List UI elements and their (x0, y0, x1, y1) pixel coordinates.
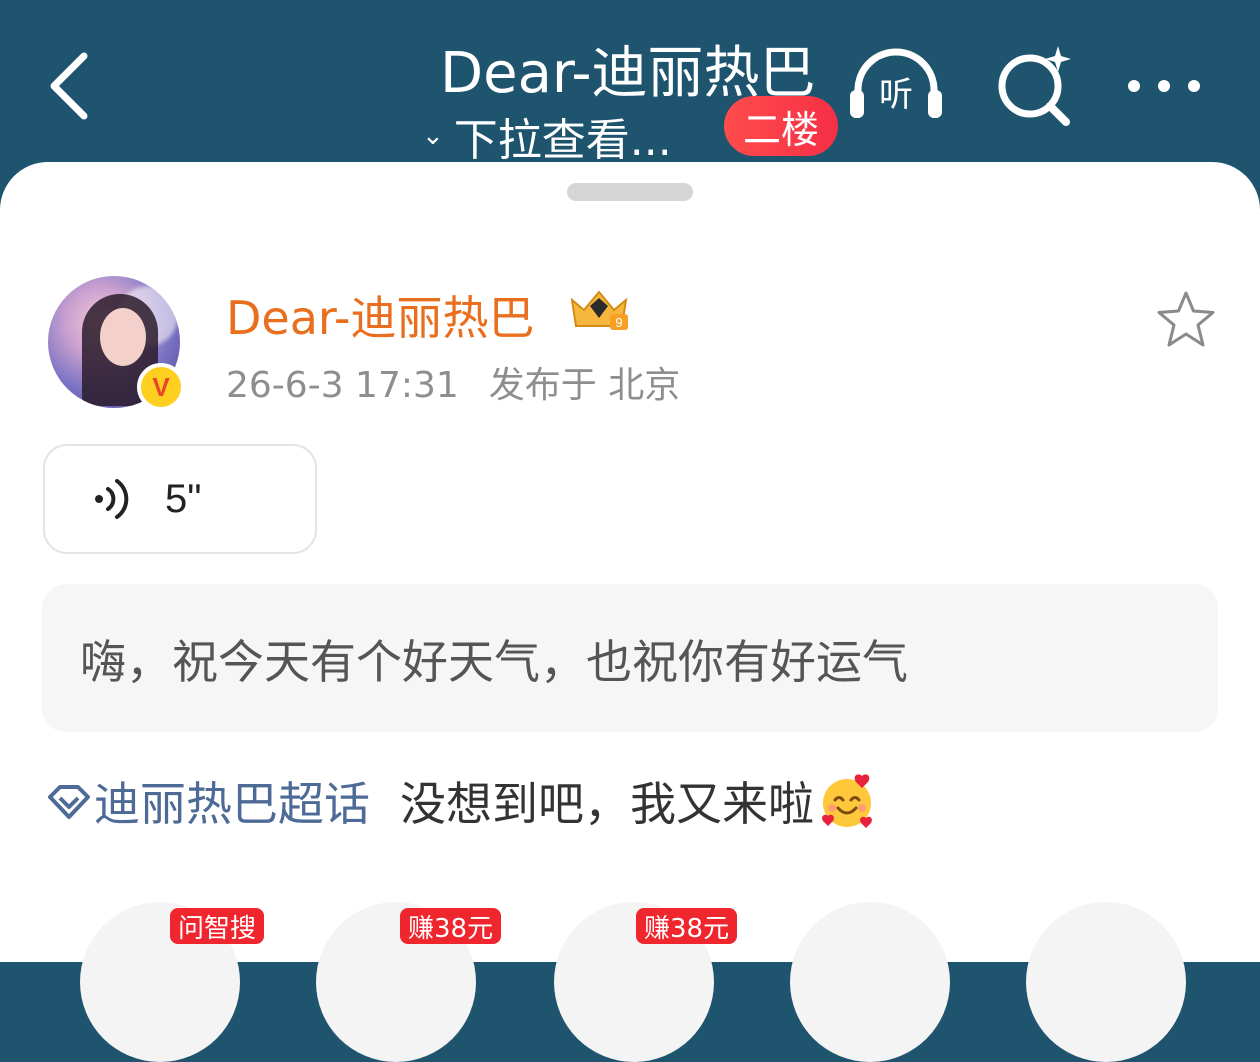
post-content: 迪丽热巴超话 没想到吧，我又来啦 (46, 768, 876, 834)
top-bar: Dear-迪丽热巴 ⌄ 下拉查看... 二楼 听 (0, 0, 1260, 175)
post-time: 26-6-3 17:31 (226, 365, 459, 406)
smiling-face-with-hearts-icon (822, 774, 872, 828)
ask-search-tag: 问智搜 (170, 908, 265, 944)
post-meta: 26-6-3 17:31 发布于 北京 (226, 356, 680, 408)
bottom-action-5[interactable] (1026, 902, 1186, 1062)
earn-tag-2: 赚38元 (636, 908, 738, 944)
listen-label: 听 (879, 75, 913, 115)
voice-message-button[interactable]: 5" (43, 444, 317, 554)
chevron-down-icon: ⌄ (422, 121, 444, 151)
post-location: 发布于 北京 (488, 365, 681, 406)
ai-search-icon[interactable] (996, 42, 1076, 126)
listen-headphones-icon[interactable]: 听 (846, 46, 946, 122)
more-icon[interactable] (1124, 76, 1204, 96)
favorite-star-icon[interactable] (1155, 290, 1217, 348)
sound-wave-icon (95, 479, 129, 519)
crown-level-icon: 9 (570, 290, 628, 330)
earn-tag-1: 赚38元 (400, 908, 502, 944)
level-number: 9 (615, 315, 622, 330)
drag-handle[interactable] (567, 183, 693, 201)
voice-duration: 5" (165, 476, 202, 521)
pull-down-hint-label: 下拉查看... (453, 115, 672, 166)
super-topic-diamond-icon (48, 785, 90, 819)
username[interactable]: Dear-迪丽热巴 (226, 282, 534, 348)
verified-badge-icon: V (137, 363, 185, 411)
post-detail-sheet: V Dear-迪丽热巴 9 26-6-3 17:31 发布于 北京 5" 嗨，祝今… (0, 162, 1260, 962)
quote-text: 嗨，祝今天有个好天气，也祝你有好运气 (80, 635, 908, 689)
second-floor-badge[interactable]: 二楼 (724, 96, 838, 156)
bottom-action-4[interactable] (790, 902, 950, 1062)
super-topic-link[interactable]: 迪丽热巴超话 (94, 768, 370, 834)
pull-down-hint[interactable]: ⌄ 下拉查看... (422, 104, 672, 168)
post-body-text: 没想到吧，我又来啦 (400, 777, 814, 831)
back-chevron-left-icon[interactable] (40, 46, 100, 126)
verified-mark: V (152, 371, 170, 402)
quote-card: 嗨，祝今天有个好天气，也祝你有好运气 (42, 584, 1218, 732)
